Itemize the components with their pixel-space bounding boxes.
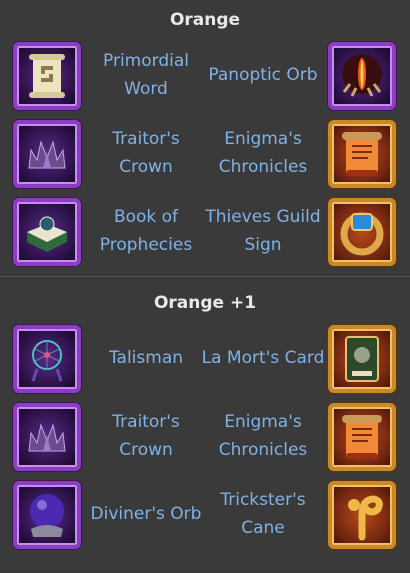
item-label[interactable]: Traitor's Crown	[83, 400, 209, 472]
scroll-icon[interactable]	[13, 42, 81, 110]
item-label[interactable]: Diviner's Orb	[83, 478, 209, 550]
ring-icon[interactable]	[328, 198, 396, 266]
tarot-card-icon[interactable]	[328, 325, 396, 393]
item-label[interactable]: Enigma's Chronicles	[200, 400, 326, 472]
item-row: Traitor's Crown Enigma's Chronicles	[0, 400, 410, 478]
item-label[interactable]: La Mort's Card	[200, 322, 326, 394]
item-label[interactable]: Book of Prophecies	[83, 195, 209, 267]
item-label[interactable]: Trickster's Cane	[200, 478, 326, 550]
book-icon[interactable]	[13, 198, 81, 266]
crown-icon[interactable]	[13, 120, 81, 188]
dreamcatcher-icon[interactable]	[13, 325, 81, 393]
crown-icon[interactable]	[13, 403, 81, 471]
scroll-fire-icon[interactable]	[328, 120, 396, 188]
scroll-fire-icon[interactable]	[328, 403, 396, 471]
item-label[interactable]: Thieves Guild Sign	[200, 195, 326, 267]
item-row: Primordial Word Panoptic Orb	[0, 39, 410, 117]
section-orange: Orange Primordial Word Panoptic Orb Trai…	[0, 0, 410, 273]
item-label[interactable]: Panoptic Orb	[200, 39, 326, 111]
section-title: Orange	[169, 10, 241, 30]
item-label[interactable]: Primordial Word	[83, 39, 209, 111]
crystal-orb-icon[interactable]	[13, 481, 81, 549]
item-row: Diviner's Orb Trickster's Cane	[0, 478, 410, 556]
section-title: Orange +1	[153, 293, 257, 313]
item-row: Talisman La Mort's Card	[0, 322, 410, 400]
eye-orb-icon[interactable]	[328, 42, 396, 110]
item-label[interactable]: Traitor's Crown	[83, 117, 209, 189]
item-row: Book of Prophecies Thieves Guild Sign	[0, 195, 410, 273]
item-label[interactable]: Enigma's Chronicles	[200, 117, 326, 189]
cane-icon[interactable]	[328, 481, 396, 549]
item-label[interactable]: Talisman	[83, 322, 209, 394]
item-row: Traitor's Crown Enigma's Chronicles	[0, 117, 410, 195]
section-orange-plus-1: Orange +1 Talisman La Mort's Card Traito…	[0, 277, 410, 556]
